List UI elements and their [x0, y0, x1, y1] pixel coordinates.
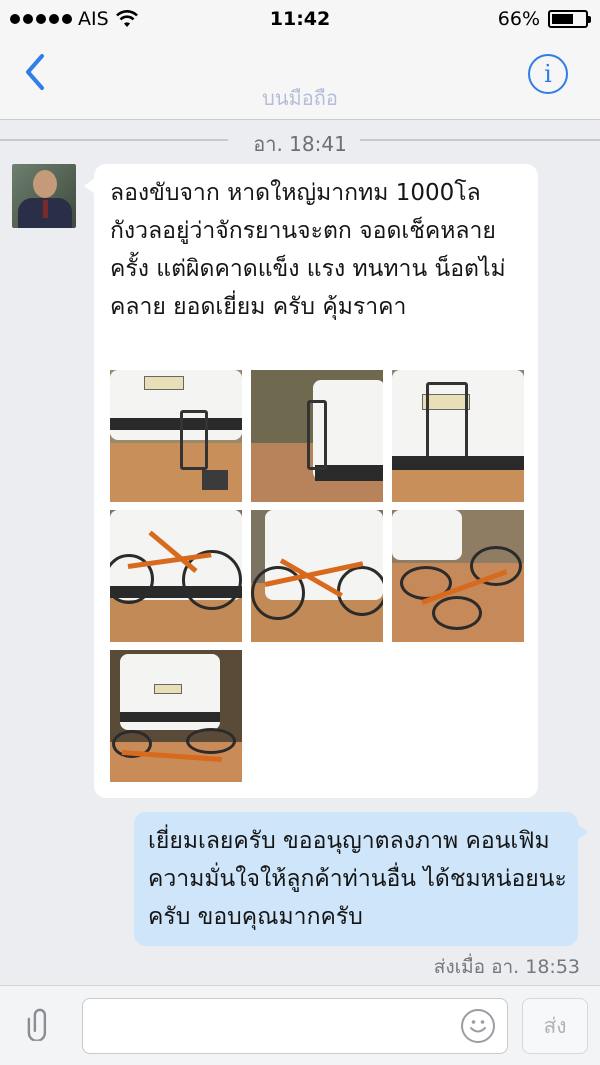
photo-thumbnail[interactable]: [251, 510, 383, 642]
outgoing-message-bubble[interactable]: เยี่ยมเลยครับ ขออนุญาตลงภาพ คอนเฟิมความม…: [134, 812, 588, 946]
battery-percent: 66%: [497, 8, 540, 30]
emoji-button[interactable]: [461, 1009, 495, 1043]
battery-status: 66%: [497, 8, 591, 30]
photo-thumbnail[interactable]: [110, 510, 242, 642]
paperclip-icon: [27, 1008, 47, 1042]
sender-avatar[interactable]: [12, 164, 76, 228]
send-button[interactable]: ส่ง: [522, 998, 588, 1054]
status-bar: AIS 11:42 66%: [0, 0, 600, 40]
incoming-message-bubble[interactable]: ลองขับจาก หาดใหญ่มากทม 1000โล กังวลอยู่ว…: [84, 164, 538, 798]
sent-timestamp: ส่งเมื่อ อา. 18:53: [433, 956, 580, 978]
info-button[interactable]: i: [528, 54, 568, 94]
photo-thumbnail[interactable]: [110, 650, 242, 782]
info-icon: i: [544, 60, 552, 88]
incoming-message-text: ลองขับจาก หาดใหญ่มากทม 1000โล กังวลอยู่ว…: [110, 180, 506, 320]
conversation-title: บนมือถือ: [262, 86, 338, 110]
battery-icon: [548, 10, 591, 28]
photo-thumbnail[interactable]: [251, 370, 383, 502]
outgoing-message-text: เยี่ยมเลยครับ ขออนุญาตลงภาพ คอนเฟิมความม…: [148, 828, 567, 930]
photo-thumbnail[interactable]: [110, 370, 242, 502]
message-input-bar: ส่ง: [0, 985, 600, 1065]
date-label: อา. 18:41: [253, 132, 347, 156]
date-divider: อา. 18:41: [0, 125, 600, 156]
photo-thumbnail[interactable]: [392, 510, 524, 642]
photo-thumbnail[interactable]: [392, 370, 524, 502]
smiley-icon: [470, 1020, 486, 1033]
divider-line: [360, 139, 600, 141]
attach-button[interactable]: [14, 998, 71, 1055]
navigation-bar: บนมือถือ i: [0, 40, 600, 120]
message-input[interactable]: [82, 998, 508, 1054]
